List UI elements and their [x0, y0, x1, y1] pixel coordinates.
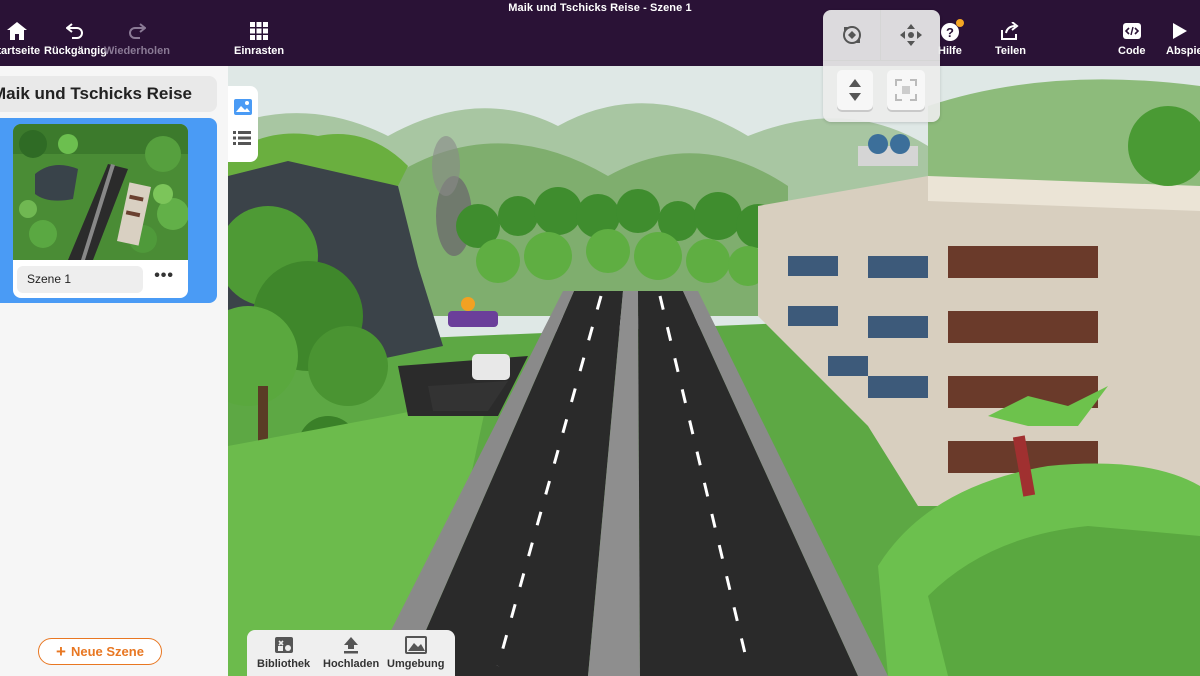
fit-view-button[interactable] [887, 70, 925, 110]
up-down-button[interactable] [837, 70, 873, 110]
undo-label: Rückgängig [44, 45, 107, 57]
scene-viewport-3d[interactable] [228, 66, 1200, 676]
upload-button[interactable]: Hochladen [323, 636, 379, 670]
share-label: Teilen [995, 45, 1026, 57]
pan-button[interactable] [882, 10, 940, 60]
snap-button[interactable]: Einrasten [234, 22, 284, 57]
top-toolbar: Maik und Tschicks Reise - Szene 1 Starts… [0, 0, 1200, 66]
camera-controls [823, 10, 940, 122]
upload-icon [344, 637, 359, 654]
home-icon [7, 22, 27, 40]
home-button[interactable]: Startseite [0, 22, 44, 57]
list-icon [233, 131, 251, 145]
environment-icon [404, 636, 427, 654]
grid-icon [250, 22, 269, 40]
scene-sidebar: Maik und Tschicks Reise Szene 1 ••• + Ne… [0, 66, 228, 676]
undo-icon [66, 23, 84, 39]
scene-card-body: Szene 1 ••• [13, 124, 188, 298]
tab-scenes[interactable] [233, 98, 253, 118]
new-scene-label: Neue Szene [70, 644, 144, 659]
plus-icon: + [56, 642, 66, 661]
upload-label: Hochladen [323, 658, 380, 670]
help-button[interactable]: ? Hilfe [938, 19, 964, 57]
project-title: Maik und Tschicks Reise [0, 76, 217, 112]
environment-label: Umgebung [387, 658, 445, 670]
up-down-icon [849, 79, 861, 101]
scene-card-selected[interactable]: Szene 1 ••• [0, 118, 217, 303]
cam-divider [823, 60, 940, 61]
sidebar-tab-strip [228, 86, 258, 162]
help-notification-badge [955, 19, 964, 27]
play-icon [1173, 23, 1187, 39]
code-button[interactable]: Code [1118, 22, 1146, 57]
home-label: Startseite [0, 45, 41, 57]
image-icon [234, 99, 252, 115]
orbit-button[interactable] [823, 10, 881, 60]
svg-text:?: ? [946, 25, 954, 40]
scene-render [228, 66, 1200, 676]
new-scene-button[interactable]: + Neue Szene [38, 638, 162, 665]
snap-label: Einrasten [234, 45, 285, 57]
undo-button[interactable]: Rückgängig [44, 22, 107, 57]
scene-name[interactable]: Szene 1 [17, 266, 143, 293]
fit-view-icon [895, 79, 917, 101]
library-icon [274, 637, 293, 653]
code-icon [1122, 23, 1141, 39]
library-label: Bibliothek [257, 658, 311, 670]
library-button[interactable]: Bibliothek [257, 636, 310, 670]
document-title: Maik und Tschicks Reise - Szene 1 [508, 2, 692, 14]
help-label: Hilfe [938, 45, 962, 57]
redo-button[interactable]: Wiederholen [104, 22, 170, 57]
tab-list[interactable] [233, 130, 253, 150]
play-button[interactable]: Abspielen [1166, 22, 1200, 57]
move-icon [900, 24, 922, 46]
share-button[interactable]: Teilen [995, 22, 1026, 57]
code-label: Code [1118, 45, 1146, 57]
redo-label: Wiederholen [104, 45, 170, 57]
play-label: Abspielen [1166, 45, 1200, 57]
asset-toolbar: Bibliothek Hochladen Umgebung [247, 630, 455, 676]
scene-more-button[interactable]: ••• [154, 267, 174, 285]
help-icon-wrap: ? [940, 19, 964, 42]
share-icon [1001, 22, 1020, 40]
scene-thumbnail [13, 124, 188, 260]
environment-button[interactable]: Umgebung [387, 636, 444, 670]
orbit-icon [842, 26, 861, 44]
redo-icon [129, 23, 146, 39]
